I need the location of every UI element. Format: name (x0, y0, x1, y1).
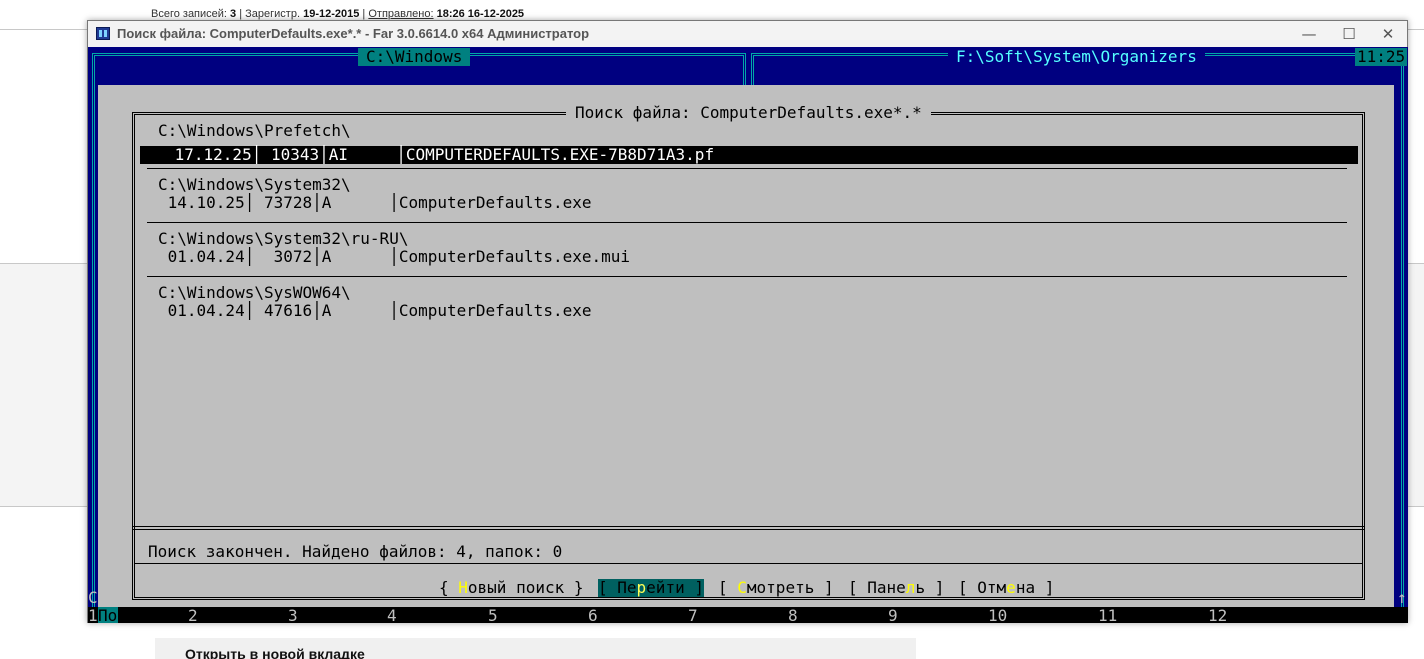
bg-panel-left (0, 263, 88, 507)
title-bar[interactable]: Поиск файла: ComputerDefaults.exe*.* - F… (88, 21, 1407, 47)
context-menu: Открыть в новой вкладке (155, 638, 916, 659)
maximize-button[interactable]: ☐ (1330, 21, 1368, 47)
status-separator (132, 526, 1365, 530)
result-folder: C:\Windows\SysWOW64\ (158, 283, 351, 302)
console-area: C:\Windows F:\Soft\System\Organizers 11:… (88, 47, 1408, 623)
function-key-bar: 1 По 2 3 4 5 6 7 8 9 10 11 12 (88, 607, 1408, 623)
context-menu-item-open-new-tab[interactable]: Открыть в новой вкладке (185, 646, 365, 659)
cancel-button[interactable]: [ Отмена ] (958, 579, 1054, 597)
window-title: Поиск файла: ComputerDefaults.exe*.* - F… (117, 26, 590, 41)
panel-button[interactable]: [ Панель ] (848, 579, 944, 597)
bg-panel-right (1408, 263, 1424, 507)
close-button[interactable]: ✕ (1369, 21, 1407, 47)
result-file-entry[interactable]: 14.10.25│ 73728│A │ComputerDefaults.exe (158, 194, 592, 212)
registered-value: 19-12-2015 (303, 8, 360, 20)
dialog-buttons: { Новый поиск } [ Перейти ] [ Смотреть ]… (98, 579, 1394, 597)
fkey-8[interactable]: 8 (788, 607, 798, 624)
sent-label: Отправлено: (368, 8, 434, 20)
result-file-entry: 17.12.25│ 10343│AI │COMPUTERDEFAULTS.EXE… (165, 145, 715, 164)
far-app-icon (96, 27, 110, 40)
group-separator (147, 276, 1347, 277)
result-folder: C:\Windows\System32\ru-RU\ (158, 229, 409, 248)
fkey-3[interactable]: 3 (288, 607, 298, 624)
minimize-button[interactable]: — (1290, 21, 1328, 47)
bg-divider (0, 29, 88, 30)
goto-button[interactable]: [ Перейти ] (598, 579, 704, 597)
fkey-6[interactable]: 6 (588, 607, 598, 624)
view-button[interactable]: [ Смотреть ] (718, 579, 834, 597)
left-panel-title: C:\Windows (358, 48, 471, 66)
record-info-line: Всего записей: 3 | Зарегистр. 19-12-2015… (151, 8, 525, 20)
group-separator (147, 168, 1347, 169)
total-value: 3 (230, 8, 237, 20)
right-panel-title: F:\Soft\System\Organizers (948, 48, 1205, 66)
dialog-title: Поиск файла: ComputerDefaults.exe*.* (566, 104, 931, 122)
result-file-entry[interactable]: 01.04.24│ 3072│A │ComputerDefaults.exe.m… (158, 248, 630, 266)
fkey-4[interactable]: 4 (387, 607, 397, 624)
fkey-5[interactable]: 5 (488, 607, 498, 624)
sent-value: 18:26 16-12-2025 (436, 8, 525, 20)
fkey-11[interactable]: 11 (1098, 607, 1117, 624)
result-folder: C:\Windows\System32\ (158, 175, 351, 194)
buttons-separator (135, 563, 1362, 564)
search-status: Поиск закончен. Найдено файлов: 4, папок… (148, 542, 563, 561)
far-window: Поиск файла: ComputerDefaults.exe*.* - F… (87, 20, 1408, 623)
bg-divider (1408, 29, 1424, 30)
fkey-12[interactable]: 12 (1208, 607, 1227, 624)
fkey-1-button[interactable]: По (98, 607, 118, 623)
fkey-10[interactable]: 10 (988, 607, 1007, 624)
result-file-entry[interactable]: 01.04.24│ 47616│A │ComputerDefaults.exe (158, 302, 592, 320)
registered-label: Зарегистр. (245, 8, 301, 20)
total-label: Всего записей: (151, 8, 227, 20)
fkey-7[interactable]: 7 (688, 607, 698, 624)
clock: 11:25 (1355, 47, 1408, 66)
scroll-up-icon[interactable]: ↑ (1397, 588, 1407, 607)
fkey-1-number: 1 (88, 606, 98, 624)
find-file-dialog: Поиск файла: ComputerDefaults.exe*.* C:\… (98, 85, 1394, 607)
fkey-9[interactable]: 9 (888, 607, 898, 624)
new-search-button[interactable]: { Новый поиск } (439, 579, 584, 597)
group-separator (147, 222, 1347, 223)
result-row-selected[interactable]: 17.12.25│ 10343│AI │COMPUTERDEFAULTS.EXE… (140, 146, 1358, 164)
command-line-prefix: C (88, 588, 98, 607)
result-folder: C:\Windows\Prefetch\ (158, 121, 351, 140)
fkey-2[interactable]: 2 (188, 607, 198, 624)
